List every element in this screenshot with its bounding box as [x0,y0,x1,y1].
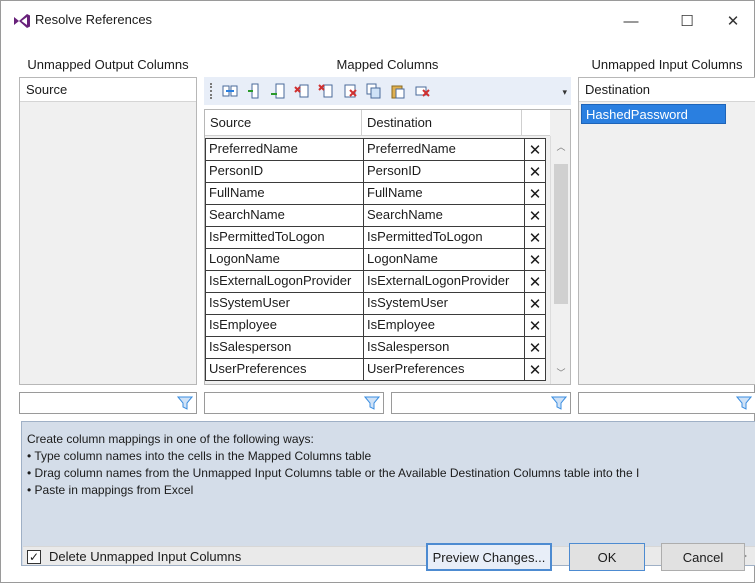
maximize-button[interactable]: ☐ [669,9,705,33]
clear-icon[interactable] [413,82,431,100]
delete-selected-icon[interactable] [317,82,335,100]
mapped-destination-filter-input[interactable] [391,392,571,414]
insert-row-icon[interactable] [245,82,263,100]
cancel-button[interactable]: Cancel [661,543,745,571]
unmapped-output-filter-input[interactable] [19,392,197,414]
paste-icon[interactable] [389,82,407,100]
source-cell[interactable]: IsExternalLogonProvider [205,270,364,293]
mapped-table-scrollbar[interactable]: ︿ ﹀ [550,136,570,384]
source-cell[interactable]: SearchName [205,204,364,227]
delete-row-icon[interactable]: ✕ [524,182,546,205]
table-row[interactable]: FullName FullName ✕ [205,182,546,205]
toolbar-overflow-icon[interactable]: ▾ [562,87,567,98]
table-row[interactable]: SearchName SearchName ✕ [205,204,546,227]
mapped-columns-table[interactable]: Source Destination PreferredName Preferr… [204,109,571,385]
delete-row-icon[interactable]: ✕ [524,248,546,271]
mapped-source-filter-input[interactable] [204,392,384,414]
visual-studio-icon [14,14,30,28]
unmapped-output-title: Unmapped Output Columns [27,57,189,72]
delete-unmapped-checkbox-row[interactable]: ✓ Delete Unmapped Input Columns [27,549,241,564]
insert-row-below-icon[interactable] [269,82,287,100]
delete-row-icon[interactable] [293,82,311,100]
table-row[interactable]: IsPermittedToLogon IsPermittedToLogon ✕ [205,226,546,249]
delete-row-icon[interactable]: ✕ [524,358,546,381]
table-row[interactable]: PreferredName PreferredName ✕ [205,138,546,161]
destination-cell[interactable]: UserPreferences [363,358,525,381]
source-cell[interactable]: IsSystemUser [205,292,364,315]
delete-row-icon[interactable]: ✕ [524,226,546,249]
destination-cell[interactable]: IsPermittedToLogon [363,226,525,249]
title-bar: Resolve References — ☐ ✕ [1,1,754,41]
destination-cell[interactable]: IsSalesperson [363,336,525,359]
scroll-up-icon[interactable]: ︿ [551,140,571,156]
resolve-references-window: Resolve References — ☐ ✕ Unmapped Output… [0,0,755,583]
delete-all-icon[interactable] [341,82,359,100]
unmapped-output-header[interactable]: Source [20,78,196,102]
instruction-line: • Drag column names from the Unmapped In… [27,466,640,480]
destination-cell[interactable]: PreferredName [363,138,525,161]
source-cell[interactable]: PersonID [205,160,364,183]
table-row[interactable]: LogonName LogonName ✕ [205,248,546,271]
scrollbar-thumb[interactable] [554,164,568,304]
source-cell[interactable]: IsPermittedToLogon [205,226,364,249]
scroll-down-icon[interactable]: ﹀ [551,366,571,382]
ok-button[interactable]: OK [569,543,645,571]
delete-row-icon[interactable]: ✕ [524,314,546,337]
destination-cell[interactable]: IsEmployee [363,314,525,337]
table-row[interactable]: PersonID PersonID ✕ [205,160,546,183]
table-row[interactable]: IsSystemUser IsSystemUser ✕ [205,292,546,315]
delete-unmapped-checkbox[interactable]: ✓ [27,549,41,564]
unmapped-input-table[interactable]: Destination HashedPassword [578,77,755,385]
delete-row-icon[interactable]: ✕ [524,292,546,315]
filter-icon[interactable] [733,393,755,413]
unmapped-input-title: Unmapped Input Columns [591,57,743,72]
source-cell[interactable]: IsEmployee [205,314,364,337]
delete-row-icon[interactable]: ✕ [524,160,546,183]
destination-cell[interactable]: IsExternalLogonProvider [363,270,525,293]
unmapped-output-table[interactable]: Source [19,77,197,385]
source-cell[interactable]: LogonName [205,248,364,271]
delete-row-icon[interactable]: ✕ [524,204,546,227]
table-row[interactable]: IsExternalLogonProvider IsExternalLogonP… [205,270,546,293]
delete-row-icon[interactable]: ✕ [524,336,546,359]
copy-icon[interactable] [365,82,383,100]
instruction-line: Create column mappings in one of the fol… [27,432,314,446]
map-icon[interactable] [221,82,239,100]
unmapped-input-filter-input[interactable] [578,392,755,414]
toolbar-grip[interactable] [210,83,213,99]
unmapped-input-header[interactable]: Destination [579,78,755,102]
column-header-destination[interactable]: Destination [362,110,522,135]
destination-cell[interactable]: FullName [363,182,525,205]
source-cell[interactable]: PreferredName [205,138,364,161]
instruction-line: • Paste in mappings from Excel [27,483,194,497]
close-button[interactable]: ✕ [715,9,751,33]
filter-icon[interactable] [548,393,570,413]
mapped-table-header: Source Destination [205,110,550,136]
mapping-toolbar: ▾ [204,77,571,105]
preview-changes-button[interactable]: Preview Changes... [426,543,552,571]
minimize-button[interactable]: — [613,9,649,33]
destination-cell[interactable]: LogonName [363,248,525,271]
instruction-line: • Type column names into the cells in th… [27,449,372,463]
source-cell[interactable]: UserPreferences [205,358,364,381]
source-cell[interactable]: FullName [205,182,364,205]
mapped-columns-title: Mapped Columns [336,57,439,72]
table-row[interactable]: UserPreferences UserPreferences ✕ [205,358,546,381]
destination-cell[interactable]: SearchName [363,204,525,227]
source-cell[interactable]: IsSalesperson [205,336,364,359]
destination-cell[interactable]: PersonID [363,160,525,183]
destination-cell[interactable]: IsSystemUser [363,292,525,315]
filter-icon[interactable] [361,393,383,413]
filter-icon[interactable] [174,393,196,413]
column-header-source[interactable]: Source [205,110,362,135]
delete-row-icon[interactable]: ✕ [524,138,546,161]
table-row[interactable]: IsSalesperson IsSalesperson ✕ [205,336,546,359]
table-row[interactable]: IsEmployee IsEmployee ✕ [205,314,546,337]
window-title: Resolve References [35,12,153,27]
list-item[interactable]: HashedPassword [581,104,726,124]
column-header-delete [522,110,550,135]
delete-row-icon[interactable]: ✕ [524,270,546,293]
delete-unmapped-label[interactable]: Delete Unmapped Input Columns [49,549,241,564]
